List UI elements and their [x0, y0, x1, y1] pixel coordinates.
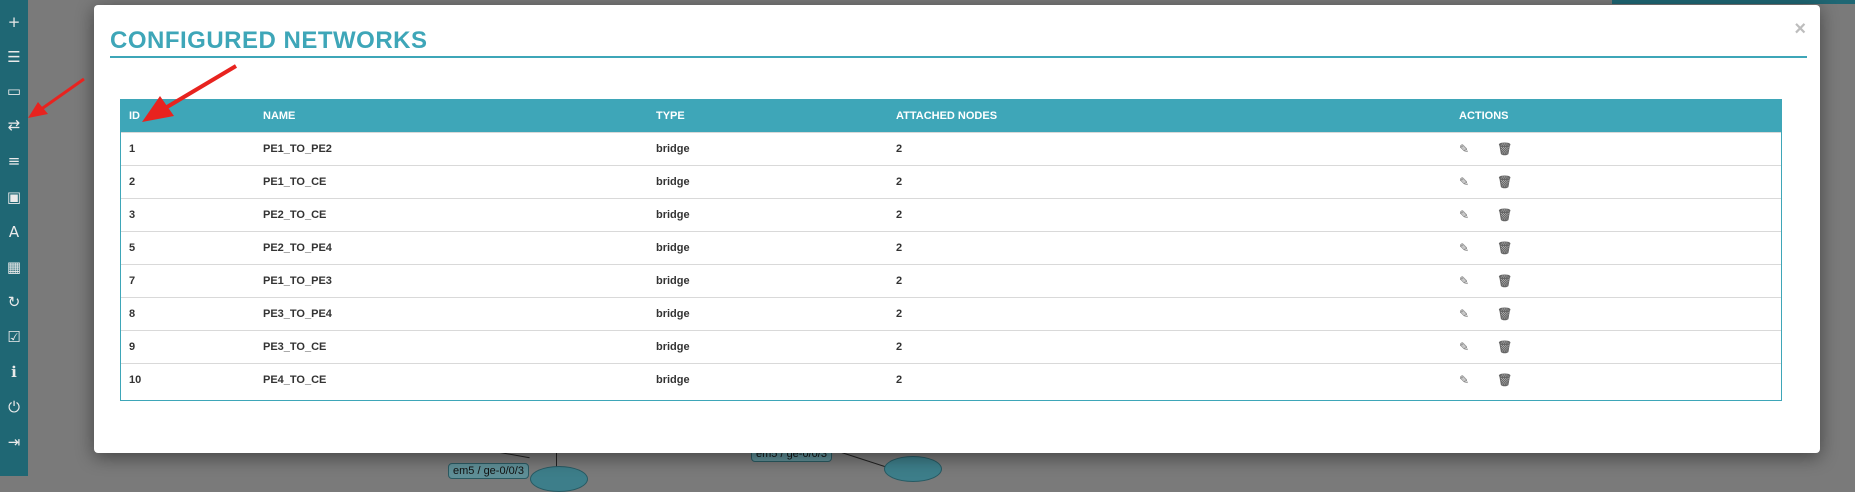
topbar-edge	[1612, 0, 1855, 4]
table-row[interactable]: 3 PE2_TO_CE bridge 2 ✎ 🗑	[121, 198, 1781, 231]
title-divider	[110, 56, 1807, 58]
delete-icon[interactable]: 🗑	[1497, 307, 1512, 321]
networks-icon[interactable]: ⇄	[4, 115, 24, 135]
cell-nodes: 2	[896, 175, 903, 188]
info-icon[interactable]: ℹ	[4, 362, 24, 382]
cell-name: PE1_TO_PE2	[263, 142, 332, 155]
table-row[interactable]: 1 PE1_TO_PE2 bridge 2 ✎ 🗑	[121, 132, 1781, 165]
cell-name: PE1_TO_PE3	[263, 274, 332, 287]
check-icon[interactable]: ☑	[4, 327, 24, 347]
networks-table: ID NAME TYPE ATTACHED NODES ACTIONS 1 PE…	[120, 99, 1782, 401]
cell-id: 10	[129, 373, 142, 386]
cell-type: bridge	[656, 274, 690, 287]
delete-icon[interactable]: 🗑	[1497, 373, 1512, 387]
grid-icon[interactable]: ▦	[4, 257, 24, 277]
cell-type: bridge	[656, 142, 690, 155]
edit-icon[interactable]: ✎	[1459, 307, 1469, 321]
cell-nodes: 2	[896, 142, 903, 155]
cell-type: bridge	[656, 241, 690, 254]
column-header-id[interactable]: ID	[121, 100, 255, 132]
list-icon[interactable]: ☰	[4, 47, 24, 67]
cell-nodes: 2	[896, 307, 903, 320]
edit-icon[interactable]: ✎	[1459, 274, 1469, 288]
cell-type: bridge	[656, 175, 690, 188]
column-header-name[interactable]: NAME	[255, 100, 648, 132]
image-icon[interactable]: ▣	[4, 187, 24, 207]
cell-actions: ✎ 🗑	[1451, 363, 1781, 396]
cell-actions: ✎ 🗑	[1451, 330, 1781, 363]
delete-icon[interactable]: 🗑	[1497, 340, 1512, 354]
cell-type: bridge	[656, 373, 690, 386]
cell-id: 5	[129, 241, 136, 254]
cell-actions: ✎ 🗑	[1451, 297, 1781, 330]
cell-nodes: 2	[896, 340, 903, 353]
logout-icon[interactable]: ⇥	[4, 432, 24, 452]
cell-name: PE4_TO_CE	[263, 373, 327, 386]
cell-id: 9	[129, 340, 136, 353]
cell-actions: ✎ 🗑	[1451, 165, 1781, 198]
cell-name: PE2_TO_CE	[263, 208, 327, 221]
table-row[interactable]: 7 PE1_TO_PE3 bridge 2 ✎ 🗑	[121, 264, 1781, 297]
cell-name: PE2_TO_PE4	[263, 241, 332, 254]
cell-id: 2	[129, 175, 136, 188]
edit-icon[interactable]: ✎	[1459, 208, 1469, 222]
column-header-attached-nodes[interactable]: ATTACHED NODES	[888, 100, 1451, 132]
edit-icon[interactable]: ✎	[1459, 142, 1469, 156]
cell-name: PE3_TO_CE	[263, 340, 327, 353]
modal-title: CONFIGURED NETWORKS	[110, 27, 428, 54]
cell-nodes: 2	[896, 274, 903, 287]
delete-icon[interactable]: 🗑	[1497, 274, 1512, 288]
column-header-actions: ACTIONS	[1459, 109, 1509, 122]
cell-name: PE1_TO_CE	[263, 175, 327, 188]
column-header-type[interactable]: TYPE	[648, 100, 888, 132]
table-row[interactable]: 10 PE4_TO_CE bridge 2 ✎ 🗑	[121, 363, 1781, 396]
drive-icon[interactable]: ▭	[4, 81, 24, 101]
table-row[interactable]: 8 PE3_TO_PE4 bridge 2 ✎ 🗑	[121, 297, 1781, 330]
text-icon[interactable]: A	[4, 222, 24, 242]
edit-icon[interactable]: ✎	[1459, 340, 1469, 354]
cell-actions: ✎ 🗑	[1451, 198, 1781, 231]
delete-icon[interactable]: 🗑	[1497, 175, 1512, 189]
edit-icon[interactable]: ✎	[1459, 373, 1469, 387]
edit-icon[interactable]: ✎	[1459, 241, 1469, 255]
delete-icon[interactable]: 🗑	[1497, 208, 1512, 222]
close-button[interactable]: ×	[1794, 19, 1806, 39]
configured-networks-modal: CONFIGURED NETWORKS × ID NAME TYPE ATTAC…	[94, 5, 1820, 453]
cell-type: bridge	[656, 307, 690, 320]
cell-nodes: 2	[896, 208, 903, 221]
cell-nodes: 2	[896, 373, 903, 386]
table-row[interactable]: 9 PE3_TO_CE bridge 2 ✎ 🗑	[121, 330, 1781, 363]
cell-actions: ✎ 🗑	[1451, 264, 1781, 297]
power-icon[interactable]: ⏻	[4, 397, 24, 417]
table-row[interactable]: 2 PE1_TO_CE bridge 2 ✎ 🗑	[121, 165, 1781, 198]
cell-actions: ✎ 🗑	[1451, 132, 1781, 165]
menu-icon[interactable]: ≡	[4, 151, 24, 171]
cell-id: 3	[129, 208, 136, 221]
annotation-arrow-sidebar	[28, 77, 85, 118]
toolbar-sidebar: + ☰ ▭ ⇄ ≡ ▣ A ▦ ↻ ☑ ℹ ⏻ ⇥	[0, 0, 28, 476]
router-node[interactable]	[530, 466, 588, 492]
interface-label: em5 / ge-0/0/3	[448, 463, 529, 479]
add-icon[interactable]: +	[4, 12, 24, 32]
delete-icon[interactable]: 🗑	[1497, 241, 1512, 255]
cell-id: 1	[129, 142, 136, 155]
cell-actions: ✎ 🗑	[1451, 231, 1781, 264]
router-node[interactable]	[884, 456, 942, 482]
cell-type: bridge	[656, 340, 690, 353]
edit-icon[interactable]: ✎	[1459, 175, 1469, 189]
delete-icon[interactable]: 🗑	[1497, 142, 1512, 156]
cell-name: PE3_TO_PE4	[263, 307, 332, 320]
cell-type: bridge	[656, 208, 690, 221]
table-row[interactable]: 5 PE2_TO_PE4 bridge 2 ✎ 🗑	[121, 231, 1781, 264]
cell-nodes: 2	[896, 241, 903, 254]
table-header-row: ID NAME TYPE ATTACHED NODES ACTIONS	[121, 100, 1781, 132]
cell-id: 7	[129, 274, 136, 287]
topology-link	[556, 453, 557, 467]
cell-id: 8	[129, 307, 136, 320]
refresh-icon[interactable]: ↻	[4, 292, 24, 312]
